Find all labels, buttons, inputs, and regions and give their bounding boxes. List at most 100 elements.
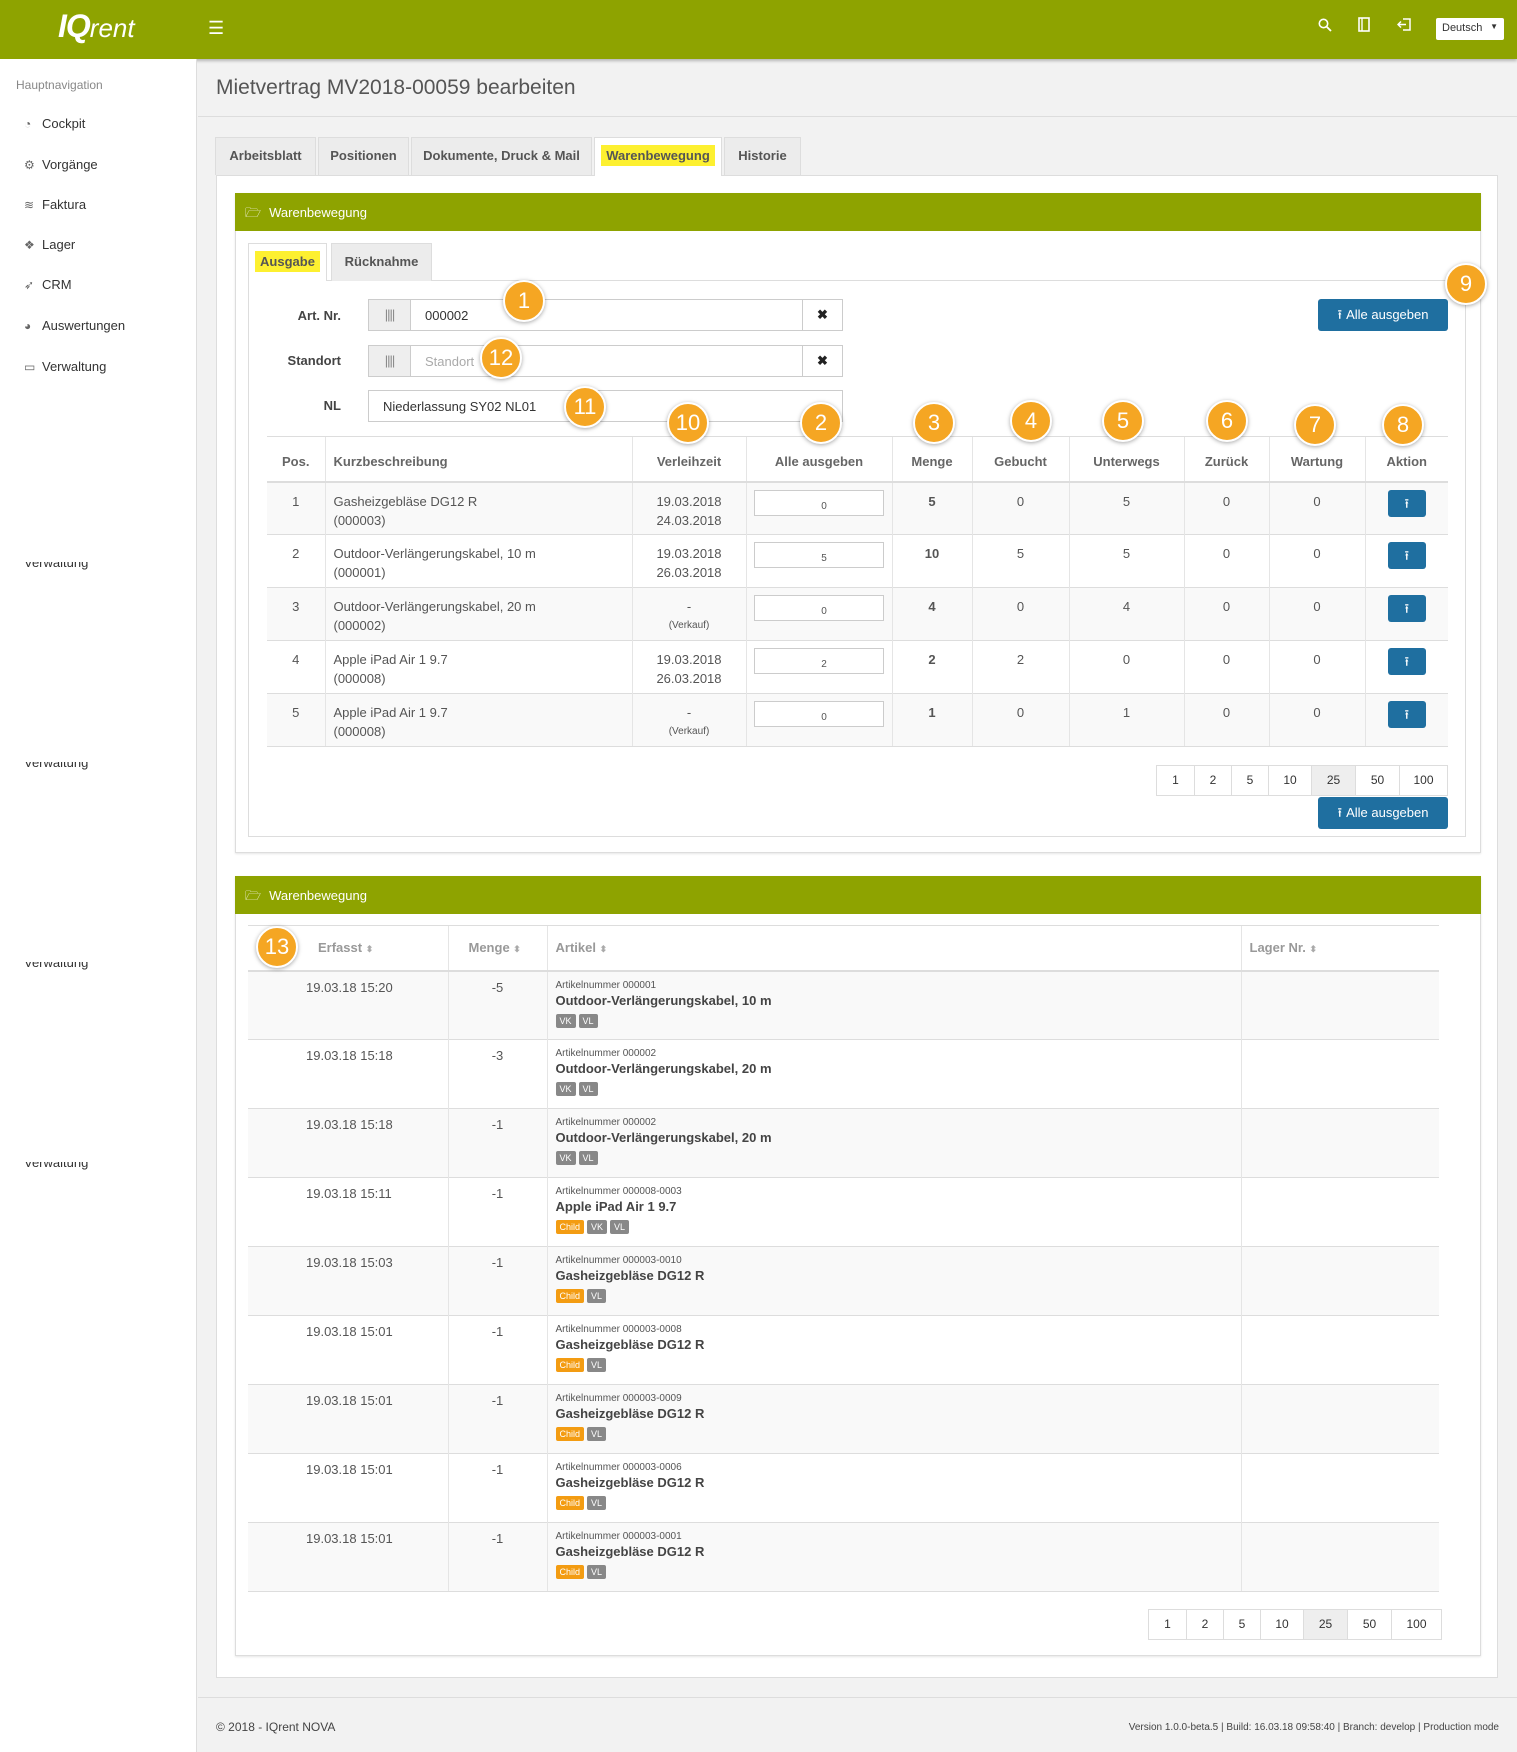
tab-warenbewegung[interactable]: Warenbewegung [594,137,722,176]
footer-copyright: © 2018 - IQrent NOVA [216,1720,336,1734]
upload-row-button[interactable]: ⭱ [1387,648,1426,675]
page-size-1[interactable]: 1 [1149,1610,1186,1639]
qty-input[interactable]: 0 [754,701,884,727]
page-size-100[interactable]: 100 [1391,1610,1441,1639]
artikel-cell: Artikelnummer 000008-0003 Apple iPad Air … [546,1177,1241,1247]
unterwegs-cell: 1 [1068,693,1184,747]
aktion-cell: ⭱ [1364,534,1448,588]
page-size-50[interactable]: 50 [1347,1610,1391,1639]
paper-plane-icon: ➶ [24,278,35,292]
book-icon[interactable] [1354,17,1374,37]
logout-icon[interactable] [1394,17,1414,37]
erfasst-cell: 19.03.18 15:01 [248,1384,448,1454]
qty-cell: 5 [745,534,892,588]
subtab-ausgabe[interactable]: Ausgabe [248,243,327,281]
page-size-25[interactable]: 25 [1303,1610,1347,1639]
page-size-25[interactable]: 25 [1311,766,1355,795]
standort-label: Standort [287,353,341,368]
art-nr-input-group[interactable]: |||| 000002 ✖ [368,299,843,331]
upload-row-button[interactable]: ⭱ [1387,542,1426,569]
pos-cell: 1 [267,481,325,535]
sidebar-item-vorgaenge[interactable]: ⚙ Vorgänge [24,157,98,172]
sidebar-item-verwaltung[interactable]: ▭ Verwaltung [24,359,106,374]
aktion-cell: ⭱ [1364,587,1448,641]
qty-input[interactable]: 5 [754,542,884,568]
artikel-cell: Artikelnummer 000002 Outdoor-Verlängerung… [546,1039,1241,1109]
folder-icon: ▭ [24,360,36,374]
page-size-2[interactable]: 2 [1194,766,1231,795]
column-header-menge[interactable]: Menge ⬍ [447,925,547,972]
annotation-badge: 3 [913,402,955,444]
standort-input-group[interactable]: |||| Standort ✖ [368,345,843,377]
search-icon[interactable] [1315,17,1335,37]
clear-standort-button[interactable]: ✖ [802,346,842,376]
tag-badge: VL [587,1565,607,1579]
column-header-lager-nr[interactable]: Lager Nr. ⬍ [1240,925,1439,972]
page-size-2[interactable]: 2 [1186,1610,1223,1639]
tag-badge: VL [610,1220,630,1234]
column-header-artikel[interactable]: Artikel ⬍ [546,925,1241,972]
pagination-top: 1 2 5 10 25 50 100 [1156,765,1448,796]
artikel-cell: Artikelnummer 000003-0006 Gasheizgebläse … [546,1453,1241,1523]
subtab-ruecknahme[interactable]: Rücknahme [331,243,432,281]
movement-table: Erfasst ⬍ Menge ⬍ Artikel ⬍ Lager Nr. ⬍ … [248,925,1439,1592]
sidebar-title: Hauptnavigation [16,78,103,92]
tab-positionen[interactable]: Positionen [318,137,409,175]
lager-cell [1240,1315,1439,1385]
alle-ausgeben-button-top[interactable]: ⭱ Alle ausgeben [1318,299,1448,331]
annotation-badge: 11 [564,386,606,428]
cogs-icon: ⚙ [24,158,35,172]
menu-toggle-icon[interactable]: ☰ [208,18,224,39]
tab-historie[interactable]: Historie [724,137,801,175]
lager-cell [1240,1522,1439,1592]
erfasst-cell: 19.03.18 15:18 [248,1108,448,1178]
tag-badge-child: Child [555,1289,585,1303]
annotation-badge: 1 [503,280,545,322]
desc-cell: Apple iPad Air 1 9.7 (000008) [324,693,632,747]
sidebar-item-faktura[interactable]: ≋ Faktura [24,197,86,212]
sidebar-ghost-item: Verwaltung [24,962,89,970]
tab-arbeitsblatt[interactable]: Arbeitsblatt [215,137,316,175]
folder-open-icon: 🗁 [245,205,262,220]
tag-badge: VL [587,1289,607,1303]
column-header: Unterwegs [1068,436,1184,483]
page-size-10[interactable]: 10 [1260,1610,1303,1639]
qty-input[interactable]: 2 [754,648,884,674]
table-row: 19.03.18 15:18 -3 Artikelnummer 000002 Ou… [248,1039,1439,1109]
zurueck-cell: 0 [1183,587,1269,641]
aktion-cell: ⭱ [1364,693,1448,747]
clear-art-nr-button[interactable]: ✖ [802,300,842,330]
sidebar-item-cockpit[interactable]: ◔ Cockpit [24,116,85,131]
page-size-5[interactable]: 5 [1231,766,1268,795]
app-logo[interactable]: IQrent [58,8,135,45]
standort-input[interactable]: Standort [425,354,474,369]
verleihzeit-cell: 19.03.2018 26.03.2018 [631,640,746,694]
upload-row-button[interactable]: ⭱ [1387,701,1426,728]
unterwegs-cell: 5 [1068,481,1184,535]
unterwegs-cell: 0 [1068,640,1184,694]
upload-row-button[interactable]: ⭱ [1387,489,1426,517]
page-size-1[interactable]: 1 [1157,766,1194,795]
artikel-cell: Artikelnummer 000002 Outdoor-Verlängerung… [546,1108,1241,1178]
qty-input[interactable]: 0 [754,595,884,621]
art-nr-input[interactable]: 000002 [425,308,468,323]
column-header: Zurück [1183,436,1269,483]
page-size-100[interactable]: 100 [1399,766,1447,795]
panel-header: 🗁 Warenbewegung [235,193,1481,231]
sidebar-item-crm[interactable]: ➶ CRM [24,277,72,292]
artikel-cell: Artikelnummer 000003-0001 Gasheizgebläse … [546,1522,1241,1592]
page-size-5[interactable]: 5 [1223,1610,1260,1639]
barcode-icon: |||| [369,346,411,376]
sidebar-item-lager[interactable]: ❖ Lager [24,237,75,252]
alle-ausgeben-button-bottom[interactable]: ⭱ Alle ausgeben [1318,797,1448,829]
tab-dokumente[interactable]: Dokumente, Druck & Mail [411,137,592,175]
qty-input[interactable]: 0 [754,489,884,516]
page-size-10[interactable]: 10 [1268,766,1311,795]
upload-row-button[interactable]: ⭱ [1387,595,1426,622]
language-select[interactable]: Deutsch ▼ [1436,18,1504,40]
table-row: 5 Apple iPad Air 1 9.7 (000008) - (Verkauf… [267,693,1448,747]
wartung-cell: 0 [1268,481,1365,535]
table-row: 4 Apple iPad Air 1 9.7 (000008) 19.03.201… [267,640,1448,694]
page-size-50[interactable]: 50 [1355,766,1399,795]
sidebar-item-auswertungen[interactable]: ◕ Auswertungen [24,318,125,333]
